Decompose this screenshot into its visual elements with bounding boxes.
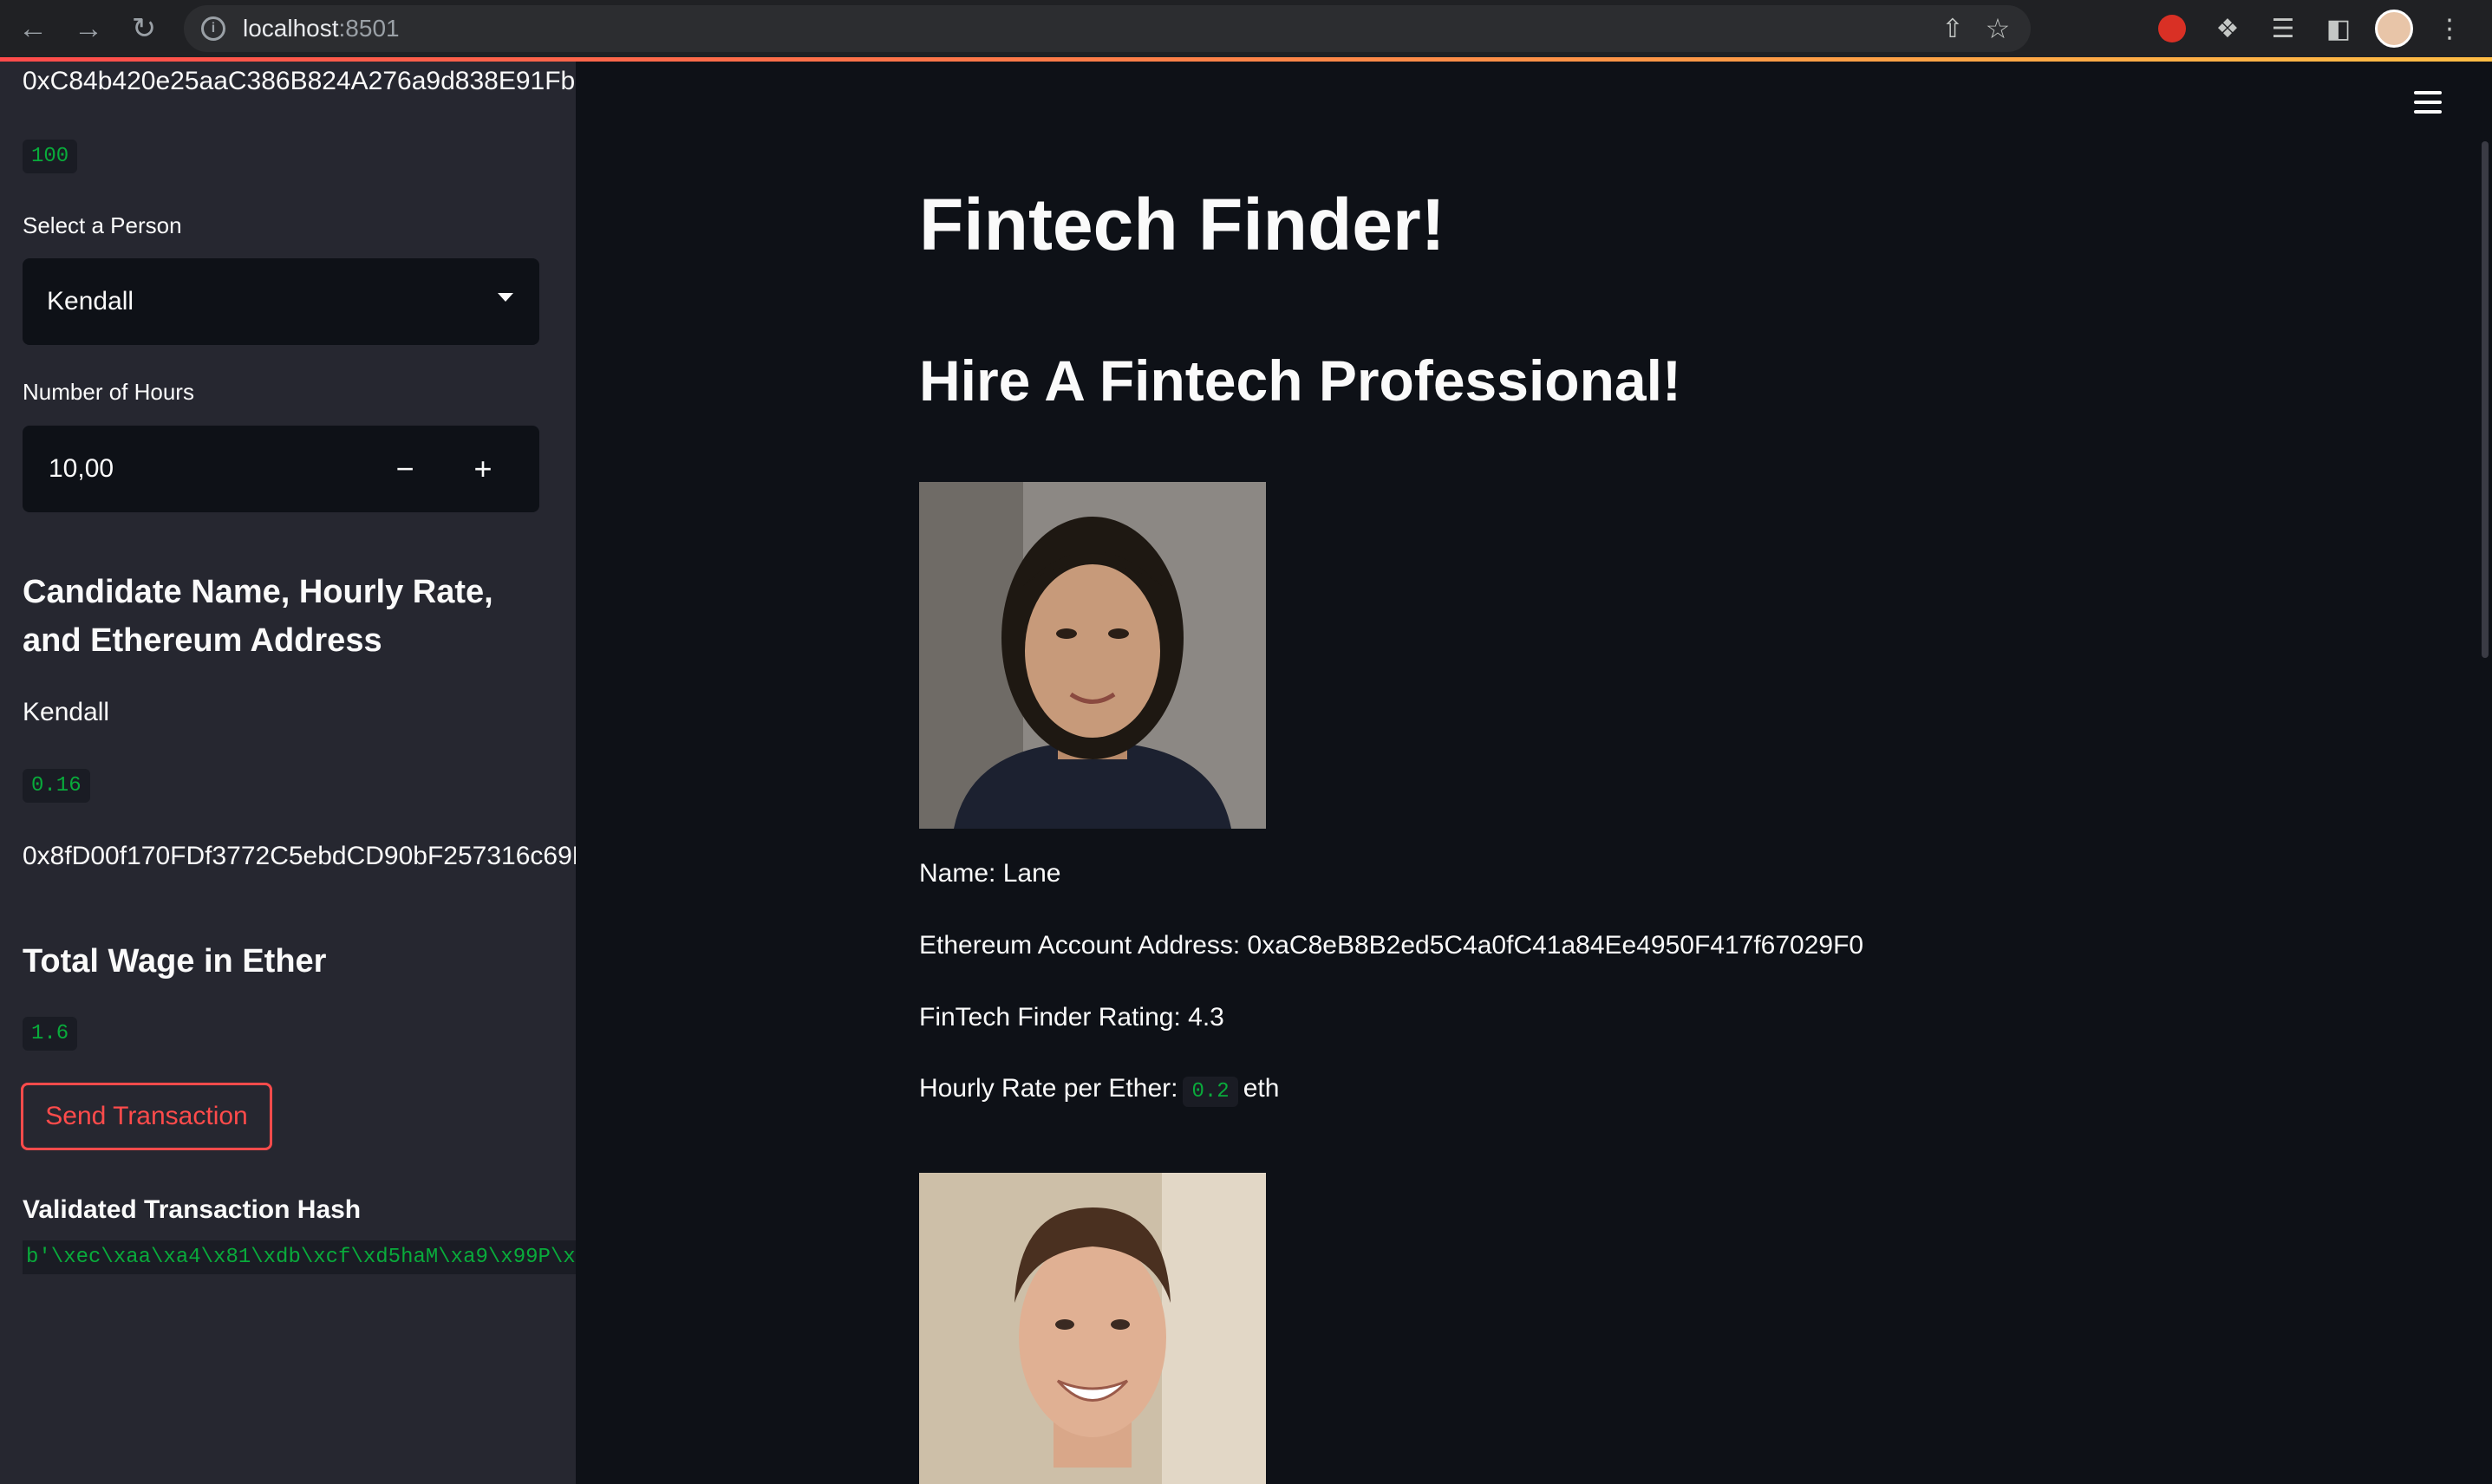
caret-down-icon <box>498 293 513 302</box>
extensions-puzzle-icon[interactable]: ❖ <box>2206 7 2249 50</box>
address-bar[interactable]: i localhost:8501 ⇧ ☆ <box>184 5 2031 52</box>
decrement-button[interactable]: − <box>366 426 444 512</box>
total-wage-heading: Total Wage in Ether <box>23 943 327 980</box>
increment-button[interactable]: + <box>444 426 522 512</box>
rate-unit: eth <box>1243 1074 1280 1103</box>
browser-menu-icon[interactable]: ⋮ <box>2428 7 2471 50</box>
side-panel-icon[interactable]: ◧ <box>2317 7 2360 50</box>
reload-icon[interactable]: ↻ <box>121 6 166 51</box>
media-queue-icon[interactable]: ☰ <box>2261 7 2305 50</box>
page-title: Fintech Finder! <box>919 184 1445 265</box>
candidate-address-line: Ethereum Account Address: 0xaC8eB8B2ed5C… <box>919 931 1864 960</box>
candidate-rating-line: FinTech Finder Rating: 4.3 <box>919 1003 1224 1032</box>
hamburger-menu-icon[interactable] <box>2414 91 2442 114</box>
candidate-address: 0x8fD00f170FDf3772C5ebdCD90bF257316c69BA <box>23 842 576 870</box>
browser-toolbar: ← → ↻ i localhost:8501 ⇧ ☆ ❖ ☰ ◧ ⋮ <box>0 0 2492 57</box>
rate-label: Hourly Rate per Ether: <box>919 1074 1178 1103</box>
person-select-value: Kendall <box>47 287 134 316</box>
site-info-icon[interactable]: i <box>201 16 225 41</box>
candidate-name-line: Name: Lane <box>919 859 1061 888</box>
scrollbar[interactable] <box>2482 141 2489 658</box>
bookmark-star-icon[interactable]: ☆ <box>1975 6 2020 51</box>
back-icon[interactable]: ← <box>10 6 55 51</box>
forward-icon[interactable]: → <box>66 6 111 51</box>
hash-heading: Validated Transaction Hash <box>23 1195 362 1224</box>
candidate-photo-next <box>919 1173 1266 1484</box>
hours-number-input[interactable]: 10,00 − + <box>23 426 539 512</box>
candidate-name: Kendall <box>23 698 110 726</box>
candidate-rate-line: Hourly Rate per Ether: 0.2 eth <box>919 1074 1280 1107</box>
hours-value[interactable]: 10,00 <box>49 426 114 512</box>
send-transaction-button[interactable]: Send Transaction <box>21 1083 272 1150</box>
candidate-rate: 0.16 <box>23 769 90 803</box>
extension-adblock-icon[interactable] <box>2150 7 2194 50</box>
person-select[interactable]: Kendall <box>23 258 539 345</box>
candidate-heading: Candidate Name, Hourly Rate, and Ethereu… <box>23 574 493 659</box>
page-subtitle: Hire A Fintech Professional! <box>919 348 1681 413</box>
rate-value: 0.2 <box>1183 1077 1238 1107</box>
account-balance: 100 <box>23 140 78 173</box>
main-content: Fintech Finder! Hire A Fintech Professio… <box>576 62 2492 1484</box>
total-wage-value: 1.6 <box>23 1017 78 1051</box>
url-text[interactable]: localhost:8501 <box>243 15 400 42</box>
transaction-hash-value: b'\xec\xaa\xa4\x81\xdb\xcf\xd5haM\xa9\x9… <box>23 1240 576 1274</box>
candidate-photo-lane <box>919 482 1266 829</box>
hours-label: Number of Hours <box>23 379 194 405</box>
select-person-label: Select a Person <box>23 212 182 238</box>
profile-avatar[interactable] <box>2372 7 2416 50</box>
sidebar: 0xC84b420e25aaC386B824A276a9d838E91Fb61 … <box>0 62 576 1484</box>
transaction-hash: b'\xec\xaa\xa4\x81\xdb\xcf\xd5haM\xa9\x9… <box>23 1235 576 1279</box>
account-address: 0xC84b420e25aaC386B824A276a9d838E91Fb61 <box>23 67 576 95</box>
share-icon[interactable]: ⇧ <box>1930 6 1975 51</box>
